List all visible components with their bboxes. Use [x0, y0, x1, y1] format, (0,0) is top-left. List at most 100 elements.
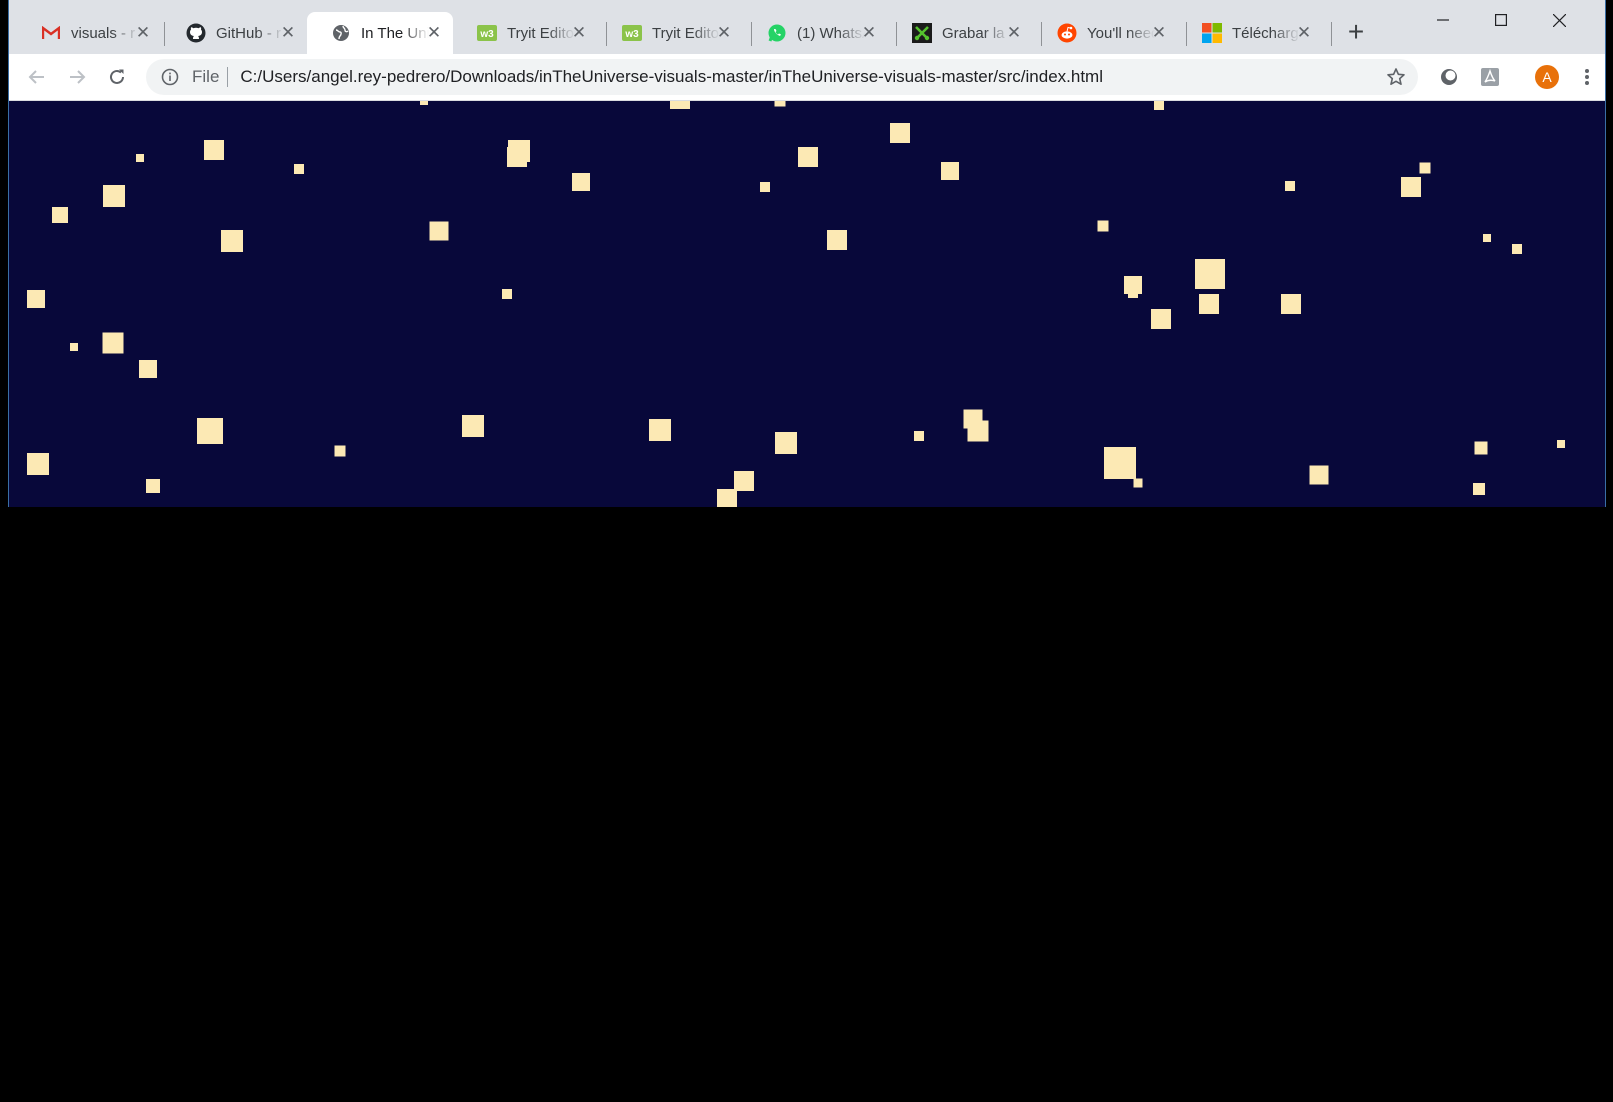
- star-square: [294, 164, 304, 174]
- star-square: [649, 419, 671, 441]
- star-square: [507, 147, 527, 167]
- star-square: [429, 221, 449, 241]
- extension-icon[interactable]: [1437, 65, 1461, 89]
- tab-title: You'll need: [1087, 24, 1155, 42]
- info-icon[interactable]: [160, 67, 180, 87]
- tab-whatsapp[interactable]: (1) WhatsApp ✕: [743, 12, 888, 54]
- tab-divider: [1331, 22, 1332, 46]
- star-square: [1128, 288, 1138, 298]
- star-square: [670, 101, 690, 109]
- browser-window: visuals - r ✕ GitHub - r ✕ In The Univer…: [8, 0, 1606, 507]
- star-square: [1512, 244, 1522, 254]
- star-square: [967, 420, 989, 442]
- tab-title: In The Universe: [361, 24, 429, 42]
- star-square: [502, 289, 512, 299]
- w3schools-icon: w3: [477, 23, 497, 43]
- forward-button[interactable]: [62, 62, 92, 92]
- tab-github[interactable]: GitHub - r ✕: [162, 12, 307, 54]
- close-icon[interactable]: ✕: [715, 23, 733, 41]
- star-square: [103, 185, 125, 207]
- w3schools-icon: w3: [622, 23, 642, 43]
- star-square: [136, 154, 144, 162]
- new-tab-button[interactable]: +: [1341, 16, 1371, 47]
- star-square: [774, 101, 786, 107]
- reload-icon: [110, 69, 124, 84]
- arrow-left-icon: [28, 70, 44, 84]
- star-square: [1133, 478, 1143, 488]
- star-square: [1474, 441, 1488, 455]
- close-icon[interactable]: ✕: [570, 23, 588, 41]
- pdf-extension-icon[interactable]: [1478, 65, 1502, 89]
- tab-grabar[interactable]: Grabar la ✕: [888, 12, 1033, 54]
- tab-title: GitHub - r: [216, 24, 282, 42]
- tab-title: Tryit Editor: [507, 24, 575, 42]
- tab-title: Télécharger: [1232, 24, 1300, 42]
- star-square: [827, 230, 847, 250]
- star-square: [197, 418, 223, 444]
- microsoft-icon: [1202, 23, 1222, 43]
- star-square: [1195, 259, 1225, 289]
- star-square: [760, 182, 770, 192]
- star-square: [572, 173, 590, 191]
- avatar[interactable]: A: [1535, 65, 1559, 89]
- star-square: [70, 343, 78, 351]
- minimize-button[interactable]: [1414, 0, 1472, 40]
- star-square: [717, 489, 737, 507]
- close-window-button[interactable]: [1530, 0, 1588, 40]
- star-square: [1199, 294, 1219, 314]
- star-square: [1281, 294, 1301, 314]
- star-square: [1483, 234, 1491, 242]
- starfield: [27, 101, 1565, 507]
- star-square: [139, 360, 157, 378]
- star-square: [102, 332, 124, 354]
- star-square: [27, 290, 45, 308]
- star-square: [734, 471, 754, 491]
- star-square: [1154, 101, 1164, 110]
- whatsapp-icon: [767, 23, 787, 43]
- tab-strip: visuals - r ✕ GitHub - r ✕ In The Univer…: [9, 0, 1605, 54]
- gmail-icon: [41, 23, 61, 43]
- star-square: [146, 479, 160, 493]
- scheme-divider: [227, 67, 229, 87]
- maximize-button[interactable]: [1472, 0, 1530, 40]
- tab-tryit-editor-2[interactable]: w3 Tryit Editor ✕: [598, 12, 743, 54]
- more-vert-icon[interactable]: [1575, 65, 1599, 89]
- address-bar[interactable]: File C:/Users/angel.rey-pedrero/Download…: [146, 59, 1418, 95]
- close-icon: [1552, 13, 1566, 27]
- star-square: [1309, 465, 1329, 485]
- tab-in-the-universe[interactable]: In The Universe ✕: [307, 12, 453, 54]
- close-icon[interactable]: ✕: [860, 23, 878, 41]
- close-icon[interactable]: ✕: [134, 23, 152, 41]
- minimize-icon: [1437, 19, 1449, 21]
- reload-button[interactable]: [102, 62, 132, 92]
- tab-tryit-editor-1[interactable]: w3 Tryit Editor ✕: [453, 12, 598, 54]
- tab-telecharger[interactable]: Télécharger ✕: [1178, 12, 1323, 54]
- star-square: [1557, 440, 1565, 448]
- tab-title: Grabar la: [942, 24, 1005, 42]
- url-text[interactable]: C:/Users/angel.rey-pedrero/Downloads/inT…: [240, 67, 1103, 87]
- star-square: [941, 162, 959, 180]
- star-square: [890, 123, 910, 143]
- url-scheme: File: [192, 67, 220, 86]
- globe-icon: [331, 23, 351, 43]
- star-icon[interactable]: [1386, 67, 1406, 87]
- close-icon[interactable]: ✕: [1295, 23, 1313, 41]
- close-icon[interactable]: ✕: [279, 23, 297, 41]
- star-square: [775, 432, 797, 454]
- tab-reddit[interactable]: You'll need ✕: [1033, 12, 1178, 54]
- arrow-right-icon: [70, 70, 86, 84]
- close-icon[interactable]: ✕: [425, 23, 443, 41]
- svg-text:w3: w3: [624, 29, 639, 40]
- star-square: [462, 415, 484, 437]
- star-square: [221, 230, 243, 252]
- star-square: [420, 101, 428, 105]
- star-square: [914, 431, 924, 441]
- close-icon[interactable]: ✕: [1005, 23, 1023, 41]
- star-square: [204, 140, 224, 160]
- star-square: [1104, 447, 1136, 479]
- close-icon[interactable]: ✕: [1150, 23, 1168, 41]
- tab-gmail[interactable]: visuals - r ✕: [17, 12, 162, 54]
- back-button[interactable]: [22, 62, 52, 92]
- star-square: [1097, 220, 1109, 232]
- tab-title: Tryit Editor: [652, 24, 720, 42]
